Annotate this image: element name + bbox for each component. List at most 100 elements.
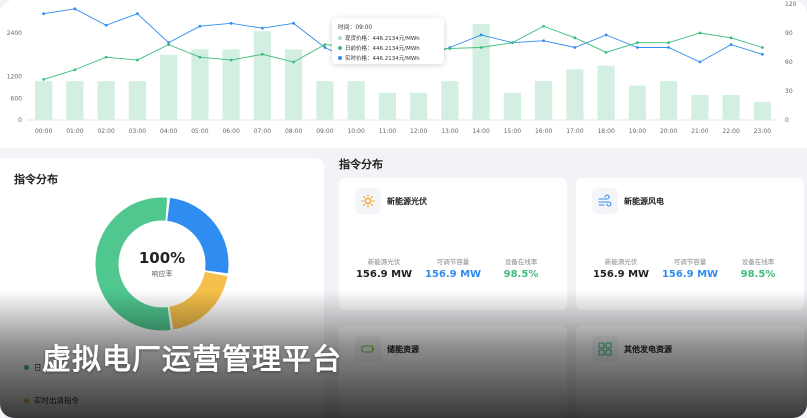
left-axis-tick: 2400 — [7, 30, 22, 37]
series-point — [292, 21, 296, 25]
legend-label: 实时出清指令 — [34, 396, 79, 405]
legend-dot-icon — [338, 36, 342, 40]
legend-item-day[interactable]: 日 — [24, 362, 42, 373]
resource-card-wind[interactable]: 新能源风电 新能源光伏 156.9 MW 可调节容量 156.9 MW 设备在线… — [576, 178, 804, 310]
wind-icon — [592, 188, 618, 214]
series-point — [229, 58, 233, 62]
tooltip-row-label: 日前价格：446.2134元/MWh — [345, 46, 420, 52]
bar — [128, 81, 146, 120]
response-rate-donut[interactable]: 100% 响应率 — [94, 196, 230, 332]
x-axis-tick: 18:00 — [597, 128, 614, 135]
app-frame: 0 600 1200 2400 0 30 60 90 120 00:00 01:00 02:00 03:… — [0, 0, 807, 418]
x-axis-tick: 19:00 — [629, 128, 646, 135]
banner-title: 虚拟电厂运营管理平台 — [42, 342, 343, 376]
bar — [722, 94, 740, 120]
bar — [753, 101, 771, 120]
stat-value: 156.9 MW — [424, 269, 482, 280]
donut-percent: 100% — [138, 249, 186, 267]
series-point — [42, 78, 46, 81]
stat-value: 156.9 MW — [355, 269, 413, 280]
bar — [628, 85, 646, 120]
resource-name: 新能源光伏 — [387, 197, 427, 206]
tooltip-row-label: 实时价格：446.2134元/MWh — [345, 56, 420, 62]
series-point — [667, 41, 671, 45]
x-axis-tick: 05:00 — [191, 128, 208, 135]
series-point — [198, 24, 202, 28]
stat-label: 设备在线率 — [741, 258, 775, 266]
bar — [566, 69, 584, 120]
x-axis-tick: 09:00 — [316, 128, 333, 135]
series-point — [635, 46, 639, 49]
chart-tooltip: 时间：09:00 现货价格：446.2134元/MWh 日前价格：446.213… — [332, 18, 444, 64]
legend-label: 日 — [34, 363, 42, 372]
sun-icon — [355, 188, 381, 214]
series-point — [573, 36, 577, 40]
series-point — [104, 23, 108, 27]
stat-value: 98.5% — [740, 269, 776, 280]
stat-label: 新能源光伏 — [367, 258, 401, 266]
series-point — [198, 55, 202, 59]
series-point — [510, 41, 514, 45]
x-axis-tick: 07:00 — [254, 128, 271, 135]
bar — [285, 49, 303, 120]
series-point — [167, 43, 171, 46]
bar — [441, 81, 459, 120]
series-point — [698, 31, 702, 35]
series-point — [135, 12, 139, 16]
x-axis-tick: 12:00 — [410, 128, 427, 135]
bar — [503, 92, 521, 120]
resource-name: 其他发电资源 — [624, 345, 672, 354]
donut-label: 响应率 — [151, 270, 173, 278]
x-axis-tick: 00:00 — [35, 128, 52, 135]
series-point — [698, 60, 702, 64]
series-point — [73, 68, 77, 72]
series-point — [760, 52, 764, 56]
series-point — [542, 24, 546, 28]
series-point — [729, 36, 733, 40]
bar — [378, 92, 396, 120]
right-section-title: 指令分布 — [339, 158, 383, 171]
tooltip-row-label: 现货价格：446.2134元/MWh — [345, 36, 420, 42]
resource-card-storage[interactable]: 储能资源 — [339, 326, 567, 418]
series-point — [635, 41, 639, 45]
resource-card-other[interactable]: 其他发电资源 — [576, 326, 804, 418]
tooltip-row-spot: 现货价格：446.2134元/MWh — [338, 34, 438, 42]
x-axis-tick: 20:00 — [660, 128, 677, 135]
bar — [660, 81, 678, 120]
bar — [472, 23, 490, 120]
stat-value: 156.9 MW — [592, 269, 650, 280]
stat-label: 可调节容量 — [436, 258, 470, 266]
stat-value: 156.9 MW — [661, 269, 719, 280]
bar — [597, 65, 615, 120]
series-point — [667, 46, 671, 49]
bar — [347, 81, 365, 120]
resource-card-solar[interactable]: 新能源光伏 新能源光伏 156.9 MW 可调节容量 156.9 MW 设备在线… — [339, 178, 567, 310]
x-axis-tick: 08:00 — [285, 128, 302, 135]
x-axis-tick: 16:00 — [535, 128, 552, 135]
tooltip-row-dayahead: 日前价格：446.2134元/MWh — [338, 44, 438, 52]
grid-icon — [592, 336, 618, 362]
series-point — [604, 33, 608, 37]
left-axis-tick: 600 — [11, 95, 23, 102]
x-axis-tick: 21:00 — [691, 128, 708, 135]
legend-item-realtime[interactable]: 实时出清指令 — [24, 395, 79, 406]
series-point — [260, 26, 264, 30]
left-panel-title: 指令分布 — [14, 173, 58, 186]
legend-dot-icon — [338, 56, 342, 60]
right-axis-tick: 60 — [785, 59, 793, 66]
bar — [160, 54, 178, 120]
stat-value: 98.5% — [503, 269, 539, 280]
series-point — [260, 52, 264, 56]
x-axis-tick: 17:00 — [566, 128, 583, 135]
battery-icon — [355, 336, 381, 362]
series-point — [760, 46, 764, 49]
left-axis-tick: 0 — [18, 117, 22, 124]
series-point — [448, 47, 452, 50]
bar — [535, 81, 553, 120]
stat-label: 设备在线率 — [504, 258, 538, 266]
series-point — [42, 12, 46, 16]
series-point — [542, 39, 546, 43]
x-axis-tick: 15:00 — [504, 128, 521, 135]
donut-center: 100% 响应率 — [94, 196, 230, 332]
x-axis-tick: 10:00 — [347, 128, 364, 135]
